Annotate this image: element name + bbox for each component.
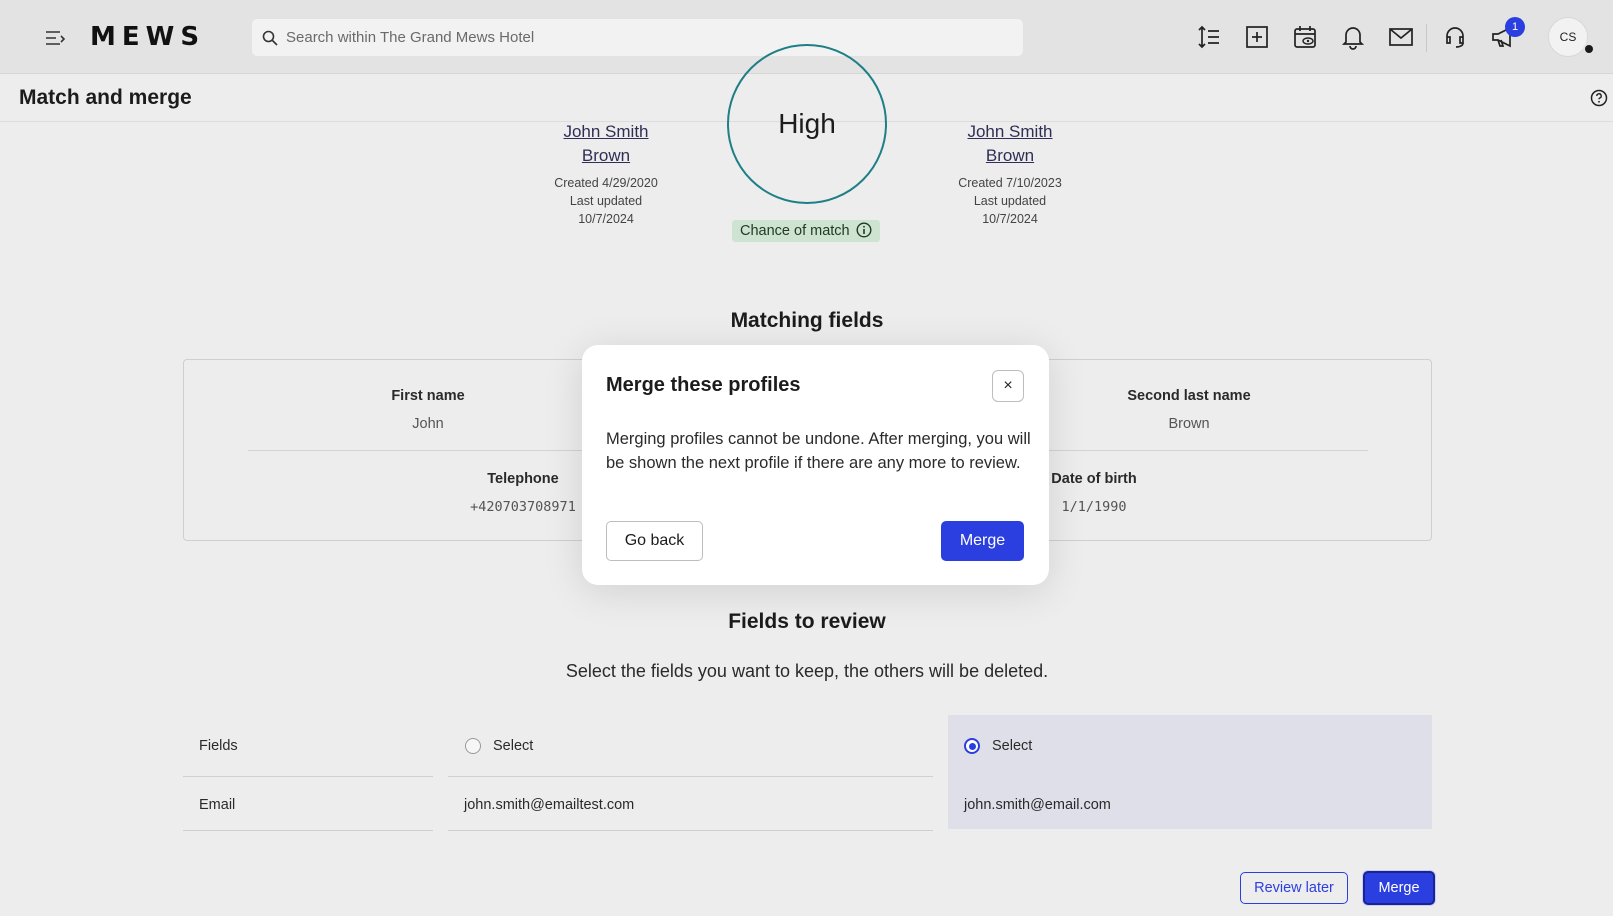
dialog-title: Merge these profiles [606, 374, 801, 396]
close-button[interactable]: × [992, 370, 1024, 402]
dialog-body: Merging profiles cannot be undone. After… [606, 430, 1031, 472]
merge-confirm-dialog: Merge these profiles × Merging profiles … [582, 345, 1049, 585]
confirm-merge-button[interactable]: Merge [941, 521, 1024, 561]
go-back-button[interactable]: Go back [606, 521, 703, 561]
